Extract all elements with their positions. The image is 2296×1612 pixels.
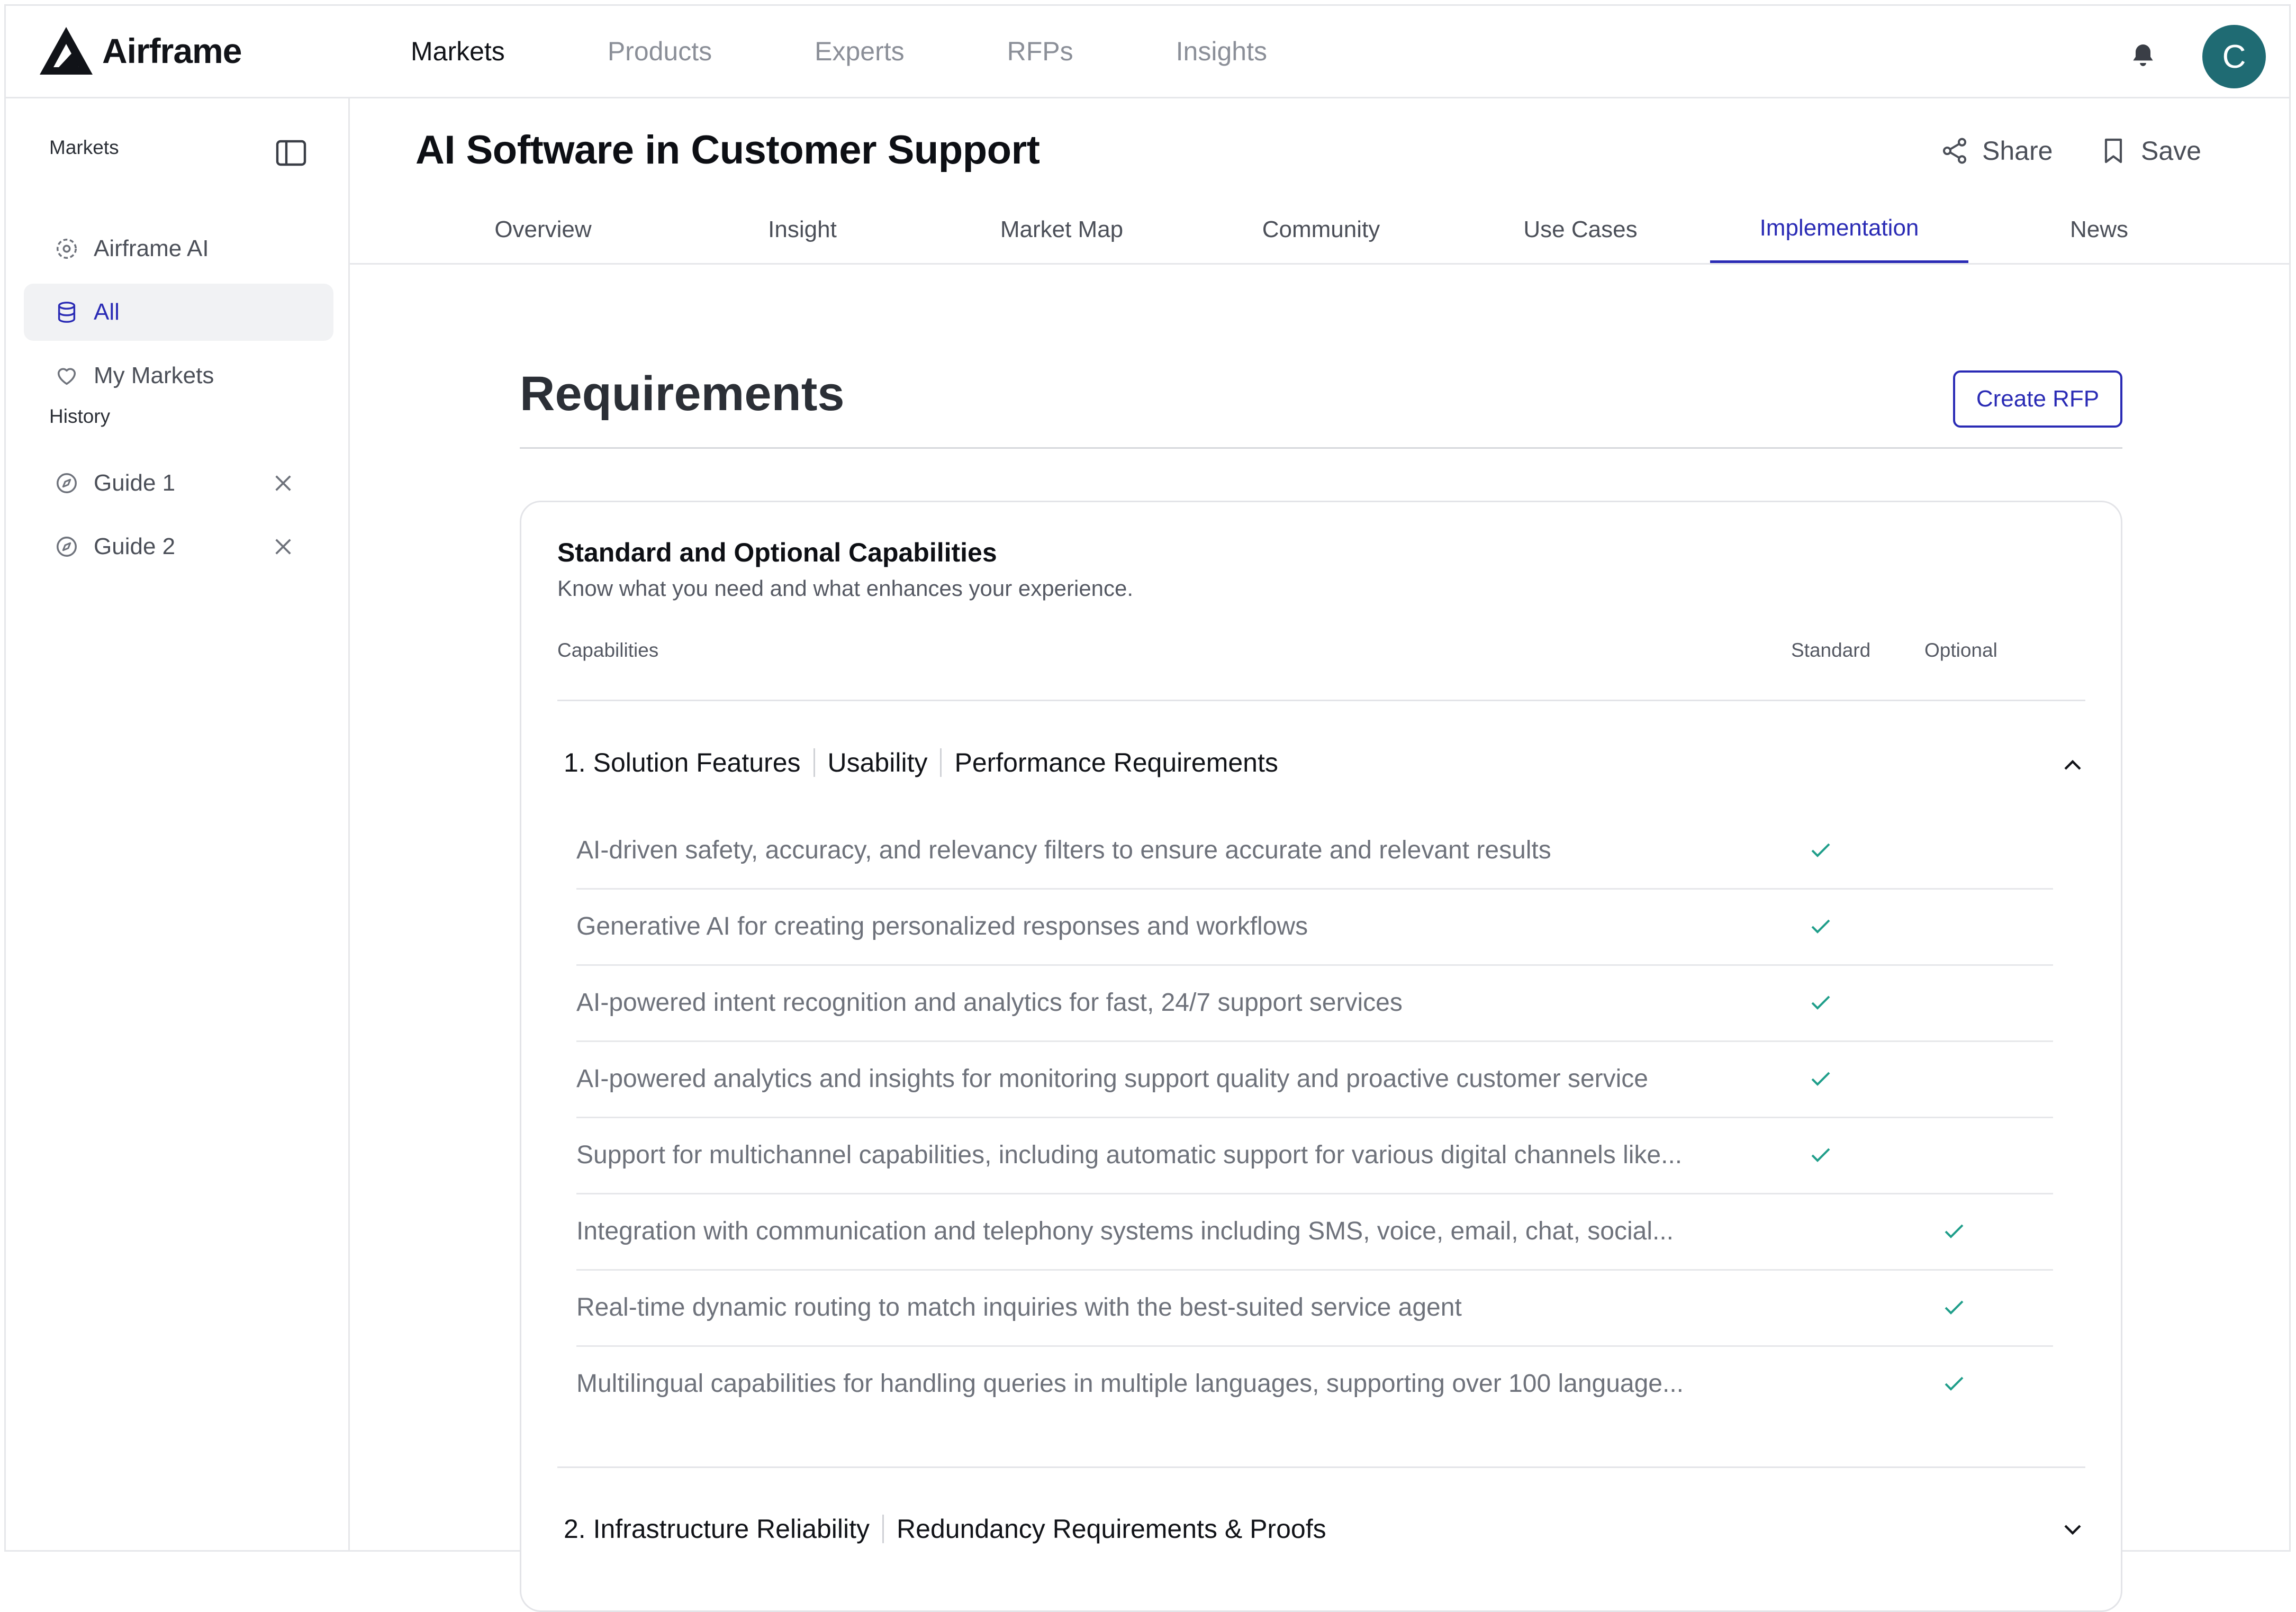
divider — [557, 700, 2085, 701]
chevron-down-icon[interactable] — [2062, 1522, 2083, 1538]
topnav-markets[interactable]: Markets — [411, 36, 505, 67]
tab-use-cases[interactable]: Use Cases — [1483, 196, 1678, 263]
share-icon — [1942, 138, 1967, 164]
sidebar-collapse-icon[interactable] — [276, 140, 306, 166]
sidebar-item-label: All — [94, 299, 120, 325]
capability-row: AI-powered intent recognition and analyt… — [576, 966, 2053, 1042]
history-heading: History — [49, 405, 111, 427]
capability-row: Multilingual capabilities for handling q… — [576, 1347, 2053, 1423]
section-part: Performance Requirements — [954, 748, 1278, 777]
section-part: Usability — [827, 748, 928, 777]
card-title: Standard and Optional Capabilities — [557, 538, 997, 567]
topnav-experts[interactable]: Experts — [815, 36, 905, 67]
compass-icon — [57, 473, 77, 493]
column-header-standard: Standard — [1791, 639, 1871, 661]
compass-icon — [57, 537, 77, 557]
divider — [520, 447, 2122, 449]
airframe-logo[interactable]: Airframe — [38, 25, 242, 77]
section-number: 1. — [564, 748, 586, 777]
top-navigation-bar: Airframe Markets Products Experts RFPs I… — [6, 6, 2289, 98]
capability-row: Generative AI for creating personalized … — [576, 890, 2053, 966]
divider — [557, 1466, 2085, 1468]
capability-row: Support for multichannel capabilities, i… — [576, 1118, 2053, 1194]
capability-row: AI-powered analytics and insights for mo… — [576, 1042, 2053, 1118]
capability-text: AI-driven safety, accuracy, and relevanc… — [576, 836, 1551, 864]
capabilities-list: AI-driven safety, accuracy, and relevanc… — [576, 813, 2053, 1423]
capability-text: Multilingual capabilities for handling q… — [576, 1370, 1684, 1398]
tab-implementation[interactable]: Implementation — [1710, 196, 1968, 263]
separator — [813, 748, 815, 777]
share-button[interactable]: Share — [1940, 135, 2053, 167]
sidebar-heading: Markets — [49, 137, 119, 158]
topnav-products[interactable]: Products — [608, 36, 712, 67]
standard-check-icon — [1811, 1072, 1830, 1086]
create-rfp-button[interactable]: Create RFP — [1953, 370, 2122, 428]
capability-text: Real-time dynamic routing to match inqui… — [576, 1293, 1462, 1321]
close-icon[interactable] — [273, 537, 293, 557]
airframe-logo-icon — [40, 27, 93, 75]
section-header-1[interactable]: 1. Solution Features Usability Performan… — [564, 747, 1278, 778]
ai-sparkle-icon — [57, 239, 77, 259]
column-header-optional: Optional — [1924, 639, 1997, 661]
separator — [882, 1515, 884, 1543]
section-header-2[interactable]: 2. Infrastructure Reliability Redundancy… — [564, 1514, 1326, 1544]
history-item-guide-2[interactable]: Guide 2 — [24, 518, 333, 575]
card-subtitle: Know what you need and what enhances you… — [557, 576, 1134, 601]
save-label: Save — [2141, 136, 2201, 166]
capability-text: Generative AI for creating personalized … — [576, 912, 1308, 940]
sidebar-item-airframe-ai[interactable]: Airframe AI — [24, 220, 333, 277]
capability-row: AI-driven safety, accuracy, and relevanc… — [576, 813, 2053, 890]
topnav-rfps[interactable]: RFPs — [1007, 36, 1073, 67]
column-header-capabilities: Capabilities — [557, 639, 659, 661]
bookmark-icon — [2104, 138, 2122, 164]
optional-check-icon — [1945, 1224, 1964, 1238]
user-avatar[interactable]: C — [2202, 25, 2266, 88]
capability-text: Support for multichannel capabilities, i… — [576, 1141, 1683, 1169]
capability-row: Real-time dynamic routing to match inqui… — [576, 1271, 2053, 1347]
section-part: Infrastructure Reliability — [593, 1514, 870, 1544]
section-part: Redundancy Requirements & Proofs — [897, 1514, 1326, 1544]
sidebar-item-my-markets[interactable]: My Markets — [24, 347, 333, 404]
capability-text: Integration with communication and telep… — [576, 1217, 1674, 1245]
standard-check-icon — [1811, 995, 1830, 1010]
tab-community[interactable]: Community — [1223, 196, 1419, 263]
optional-check-icon — [1945, 1376, 1964, 1391]
page-tabs: Overview Insight Market Map Community Us… — [350, 196, 2289, 265]
separator — [940, 748, 942, 777]
capability-text: AI-powered analytics and insights for mo… — [576, 1065, 1648, 1093]
database-icon — [58, 302, 76, 323]
standard-check-icon — [1811, 919, 1830, 934]
standard-check-icon — [1811, 843, 1830, 857]
heart-icon — [57, 368, 76, 385]
topnav-insights[interactable]: Insights — [1176, 36, 1267, 67]
app-name: Airframe — [102, 31, 242, 70]
top-nav: Markets Products Experts RFPs Insights — [411, 6, 1370, 97]
tab-market-map[interactable]: Market Map — [964, 196, 1160, 263]
history-item-guide-1[interactable]: Guide 1 — [24, 455, 333, 512]
section-part: Solution Features — [593, 748, 801, 777]
close-icon[interactable] — [273, 473, 293, 493]
standard-check-icon — [1811, 1148, 1830, 1162]
page-title: AI Software in Customer Support — [415, 128, 1040, 173]
sidebar-item-all[interactable]: All — [24, 284, 333, 341]
capability-text: AI-powered intent recognition and analyt… — [576, 989, 1403, 1017]
tab-news[interactable]: News — [2001, 196, 2197, 263]
tab-insight[interactable]: Insight — [704, 196, 900, 263]
sidebar: Markets Airframe AI All My Markets Histo… — [6, 98, 350, 1552]
sidebar-item-label: Airframe AI — [94, 236, 209, 261]
share-label: Share — [1982, 136, 2053, 166]
requirements-heading: Requirements — [520, 367, 845, 421]
section-number: 2. — [564, 1514, 586, 1544]
save-button[interactable]: Save — [2099, 135, 2201, 167]
chevron-up-icon[interactable] — [2062, 757, 2083, 773]
history-item-label: Guide 2 — [94, 533, 176, 559]
sidebar-item-label: My Markets — [94, 363, 214, 388]
history-item-label: Guide 1 — [94, 470, 176, 496]
notification-bell-icon[interactable] — [2128, 41, 2158, 70]
tab-overview[interactable]: Overview — [445, 196, 641, 263]
capability-row: Integration with communication and telep… — [576, 1194, 2053, 1271]
optional-check-icon — [1945, 1300, 1964, 1315]
